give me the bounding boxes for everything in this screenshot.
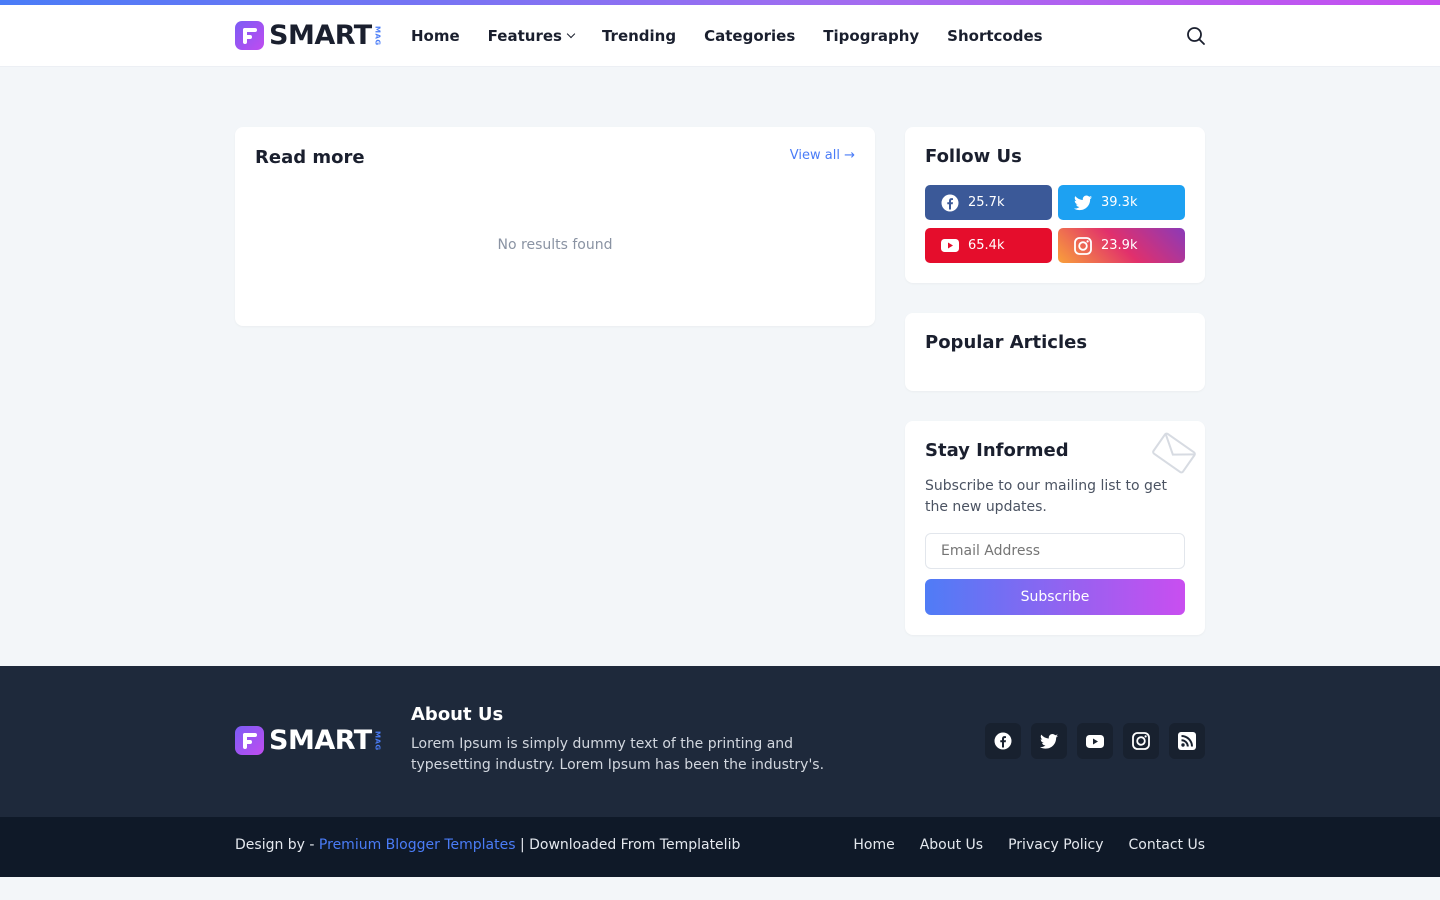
logo-sub: MAG [373, 730, 382, 751]
footer-link-privacy-policy[interactable]: Privacy Policy [1008, 837, 1103, 853]
search-icon[interactable] [1186, 26, 1206, 46]
logo-mark-icon [235, 726, 264, 755]
footer-links: Home About Us Privacy Policy Contact Us [853, 837, 1205, 853]
youtube-icon [1086, 734, 1104, 748]
footer-logo[interactable]: SMART MAG [235, 726, 382, 755]
facebook-icon [994, 732, 1012, 750]
site-logo[interactable]: SMART MAG [235, 21, 382, 50]
logo-sub: MAG [373, 25, 382, 46]
site-header: SMART MAG Home Features Trending Categor… [0, 5, 1440, 67]
footer-twitter-link[interactable] [1031, 723, 1067, 759]
site-footer: SMART MAG About Us Lorem Ipsum is simply… [0, 666, 1440, 817]
follower-count: 23.9k [1101, 238, 1138, 253]
email-field[interactable] [925, 533, 1185, 569]
footer-facebook-link[interactable] [985, 723, 1021, 759]
follower-count: 39.3k [1101, 195, 1138, 210]
about-text: Lorem Ipsum is simply dummy text of the … [411, 736, 825, 773]
follow-us-widget: Follow Us 25.7k 39.3k 65.4k 23.9k [905, 127, 1205, 283]
widget-title: Popular Articles [925, 332, 1088, 353]
premium-templates-link[interactable]: Premium Blogger Templates [319, 837, 516, 853]
youtube-follow-button[interactable]: 65.4k [925, 228, 1052, 263]
footer-link-home[interactable]: Home [853, 837, 894, 853]
nav-home[interactable]: Home [411, 27, 460, 45]
envelope-icon [1152, 432, 1196, 474]
instagram-icon [1132, 732, 1150, 750]
design-credit: Design by - Premium Blogger Templates | … [235, 837, 741, 853]
footer-social-icons [985, 723, 1205, 759]
follower-count: 65.4k [968, 238, 1005, 253]
twitter-icon [1074, 195, 1092, 210]
chevron-down-icon [566, 29, 576, 38]
no-results-message: No results found [497, 237, 613, 253]
newsletter-widget: Stay Informed Subscribe to our mailing l… [905, 421, 1205, 635]
arrow-right-icon: → [844, 148, 855, 163]
read-more-section: Read more View all → No results found [235, 127, 875, 326]
newsletter-description: Subscribe to our mailing list to get the… [925, 478, 1167, 515]
widget-title: Follow Us [925, 146, 1022, 167]
nav-tipography[interactable]: Tipography [823, 27, 919, 45]
youtube-icon [941, 239, 959, 252]
footer-bottom-bar: Design by - Premium Blogger Templates | … [0, 817, 1440, 877]
subscribe-button[interactable]: Subscribe [925, 579, 1185, 615]
nav-shortcodes[interactable]: Shortcodes [947, 27, 1042, 45]
nav-trending[interactable]: Trending [602, 27, 676, 45]
twitter-follow-button[interactable]: 39.3k [1058, 185, 1185, 220]
rss-icon [1178, 732, 1196, 750]
follower-count: 25.7k [968, 195, 1005, 210]
instagram-icon [1074, 236, 1092, 255]
section-title: Read more [255, 147, 365, 168]
facebook-follow-button[interactable]: 25.7k [925, 185, 1052, 220]
widget-title: Stay Informed [925, 440, 1069, 461]
nav-categories[interactable]: Categories [704, 27, 795, 45]
popular-articles-widget: Popular Articles [905, 313, 1205, 391]
logo-word: SMART [269, 725, 372, 756]
logo-mark-icon [235, 21, 264, 50]
nav-features[interactable]: Features [488, 27, 576, 45]
instagram-follow-button[interactable]: 23.9k [1058, 228, 1185, 263]
twitter-icon [1040, 733, 1058, 749]
footer-instagram-link[interactable] [1123, 723, 1159, 759]
logo-word: SMART [269, 20, 372, 51]
footer-link-about-us[interactable]: About Us [920, 837, 983, 853]
about-title: About Us [411, 704, 504, 725]
view-all-link[interactable]: View all → [790, 148, 855, 163]
footer-youtube-link[interactable] [1077, 723, 1113, 759]
facebook-icon [941, 194, 959, 211]
footer-rss-link[interactable] [1169, 723, 1205, 759]
footer-link-contact-us[interactable]: Contact Us [1129, 837, 1205, 853]
main-nav: Home Features Trending Categories Tipogr… [411, 5, 1043, 67]
